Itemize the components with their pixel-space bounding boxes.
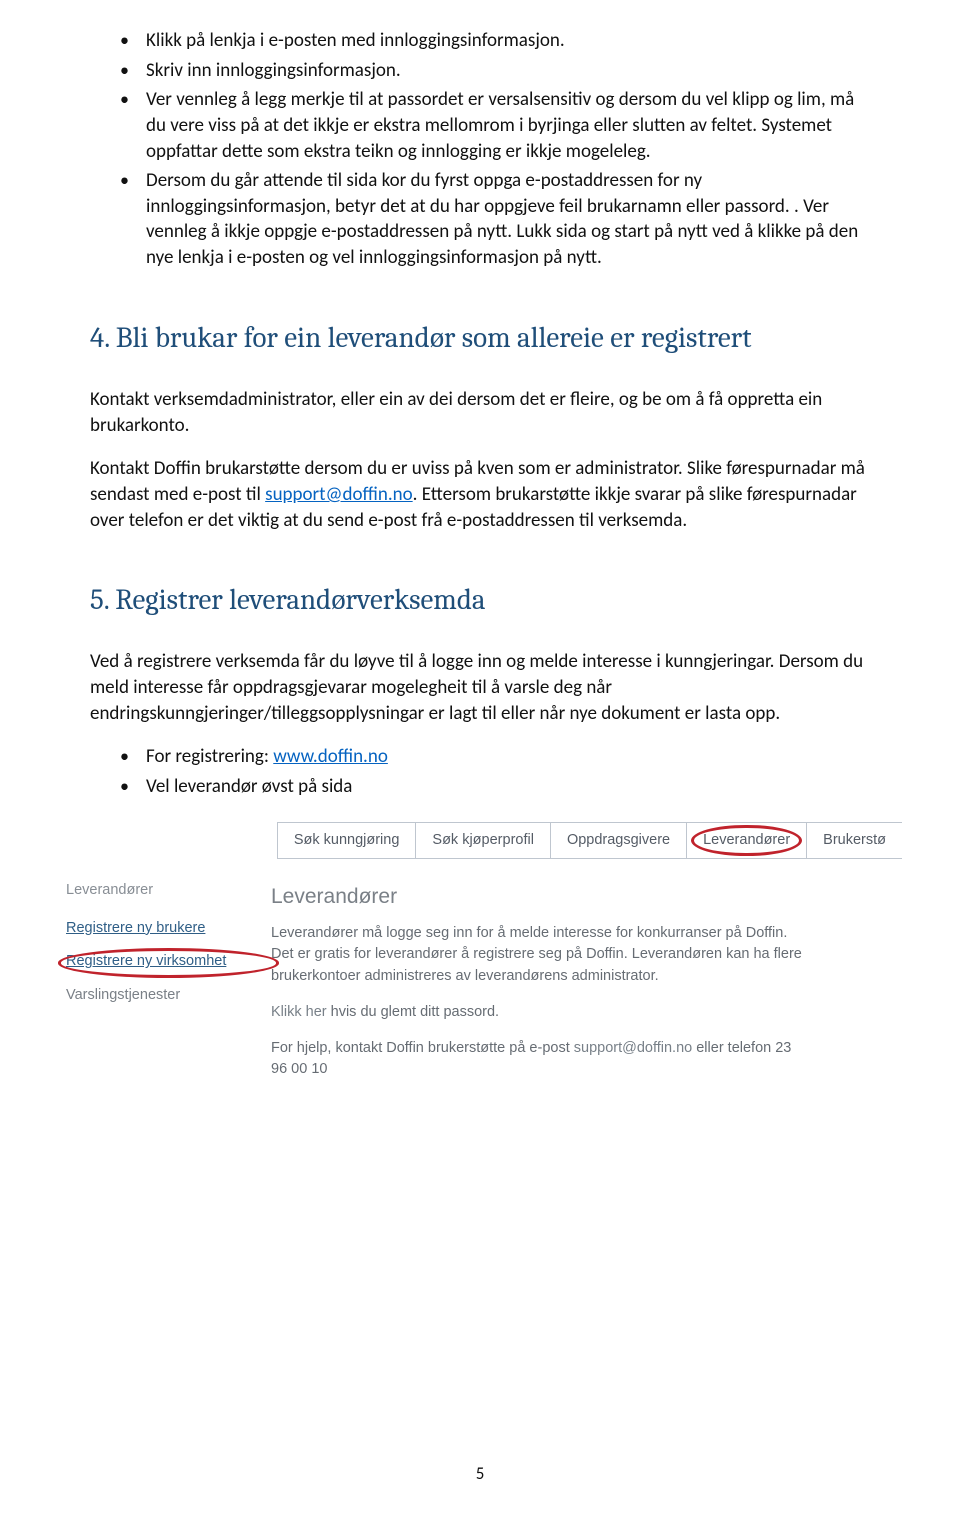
screenshot-main-p3: For hjelp, kontakt Doffin brukerstøtte p… bbox=[271, 1038, 811, 1082]
text: For hjelp, kontakt Doffin brukerstøtte p… bbox=[271, 1040, 574, 1056]
text: Vel leverandør øvst på sida bbox=[146, 775, 352, 798]
screenshot-main-p1: Leverandører må logge seg inn for å meld… bbox=[271, 923, 811, 988]
section4-para2: Kontakt Doffin brukarstøtte dersom du er… bbox=[90, 456, 870, 533]
text: For registrering: bbox=[146, 745, 273, 768]
section5-title: 5. Registrer leverandørverksemda bbox=[90, 583, 870, 619]
screenshot-tabs: Søk kunngjøring Søk kjøperprofil Oppdrag… bbox=[58, 822, 902, 860]
tab-oppdragsgivere[interactable]: Oppdragsgivere bbox=[551, 822, 687, 860]
klikk-her-link[interactable]: Klikk her bbox=[271, 1004, 327, 1020]
sidebar-link-registrere-ny-brukere[interactable]: Registrere ny brukere bbox=[66, 919, 271, 939]
tab-leverandorer[interactable]: Leverandører bbox=[687, 822, 807, 860]
sidebar-link-varslingstjenester[interactable]: Varslingstjenester bbox=[66, 986, 271, 1006]
bullet-item: Ver vennleg å legg merkje til at passord… bbox=[90, 87, 870, 164]
embedded-screenshot: Søk kunngjøring Søk kjøperprofil Oppdrag… bbox=[58, 822, 902, 1096]
support-email-link[interactable]: support@doffin.no bbox=[265, 483, 413, 506]
doffin-link[interactable]: www.doffin.no bbox=[273, 745, 388, 768]
section4-para1: Kontakt verksemdadministrator, eller ein… bbox=[90, 387, 870, 438]
section4-title: 4. Bli brukar for ein leverandør som all… bbox=[90, 321, 870, 357]
section5-para1: Ved å registrere verksemda får du løyve … bbox=[90, 649, 870, 726]
bullet-item: Klikk på lenkja i e-posten med innloggin… bbox=[90, 28, 870, 54]
tab-brukersto[interactable]: Brukerstø bbox=[807, 822, 902, 860]
screenshot-sidebar: Leverandører Registrere ny brukere Regis… bbox=[58, 881, 271, 1095]
bullet-item: Dersom du går attende til sida kor du fy… bbox=[90, 168, 870, 271]
screenshot-main-title: Leverandører bbox=[271, 881, 811, 913]
tab-sok-kjoperprofil[interactable]: Søk kjøperprofil bbox=[416, 822, 551, 860]
page-number: 5 bbox=[0, 1463, 960, 1486]
bullet-item: For registrering: www.doffin.no bbox=[90, 744, 870, 770]
bullet-item: Skriv inn innloggingsinformasjon. bbox=[90, 58, 870, 84]
bullet-item: Vel leverandør øvst på sida bbox=[90, 774, 870, 800]
text: hvis du glemt ditt passord. bbox=[327, 1004, 499, 1020]
screenshot-main-p2: Klikk her hvis du glemt ditt passord. bbox=[271, 1002, 811, 1024]
sidebar-link-registrere-ny-virksomhet[interactable]: Registrere ny virksomhet bbox=[66, 952, 271, 972]
screenshot-main: Leverandører Leverandører må logge seg i… bbox=[271, 881, 811, 1095]
tab-sok-kunngjoring[interactable]: Søk kunngjøring bbox=[277, 822, 417, 860]
sidebar-title: Leverandører bbox=[66, 881, 271, 901]
support-email-link-screenshot[interactable]: support@doffin.no bbox=[574, 1040, 692, 1056]
